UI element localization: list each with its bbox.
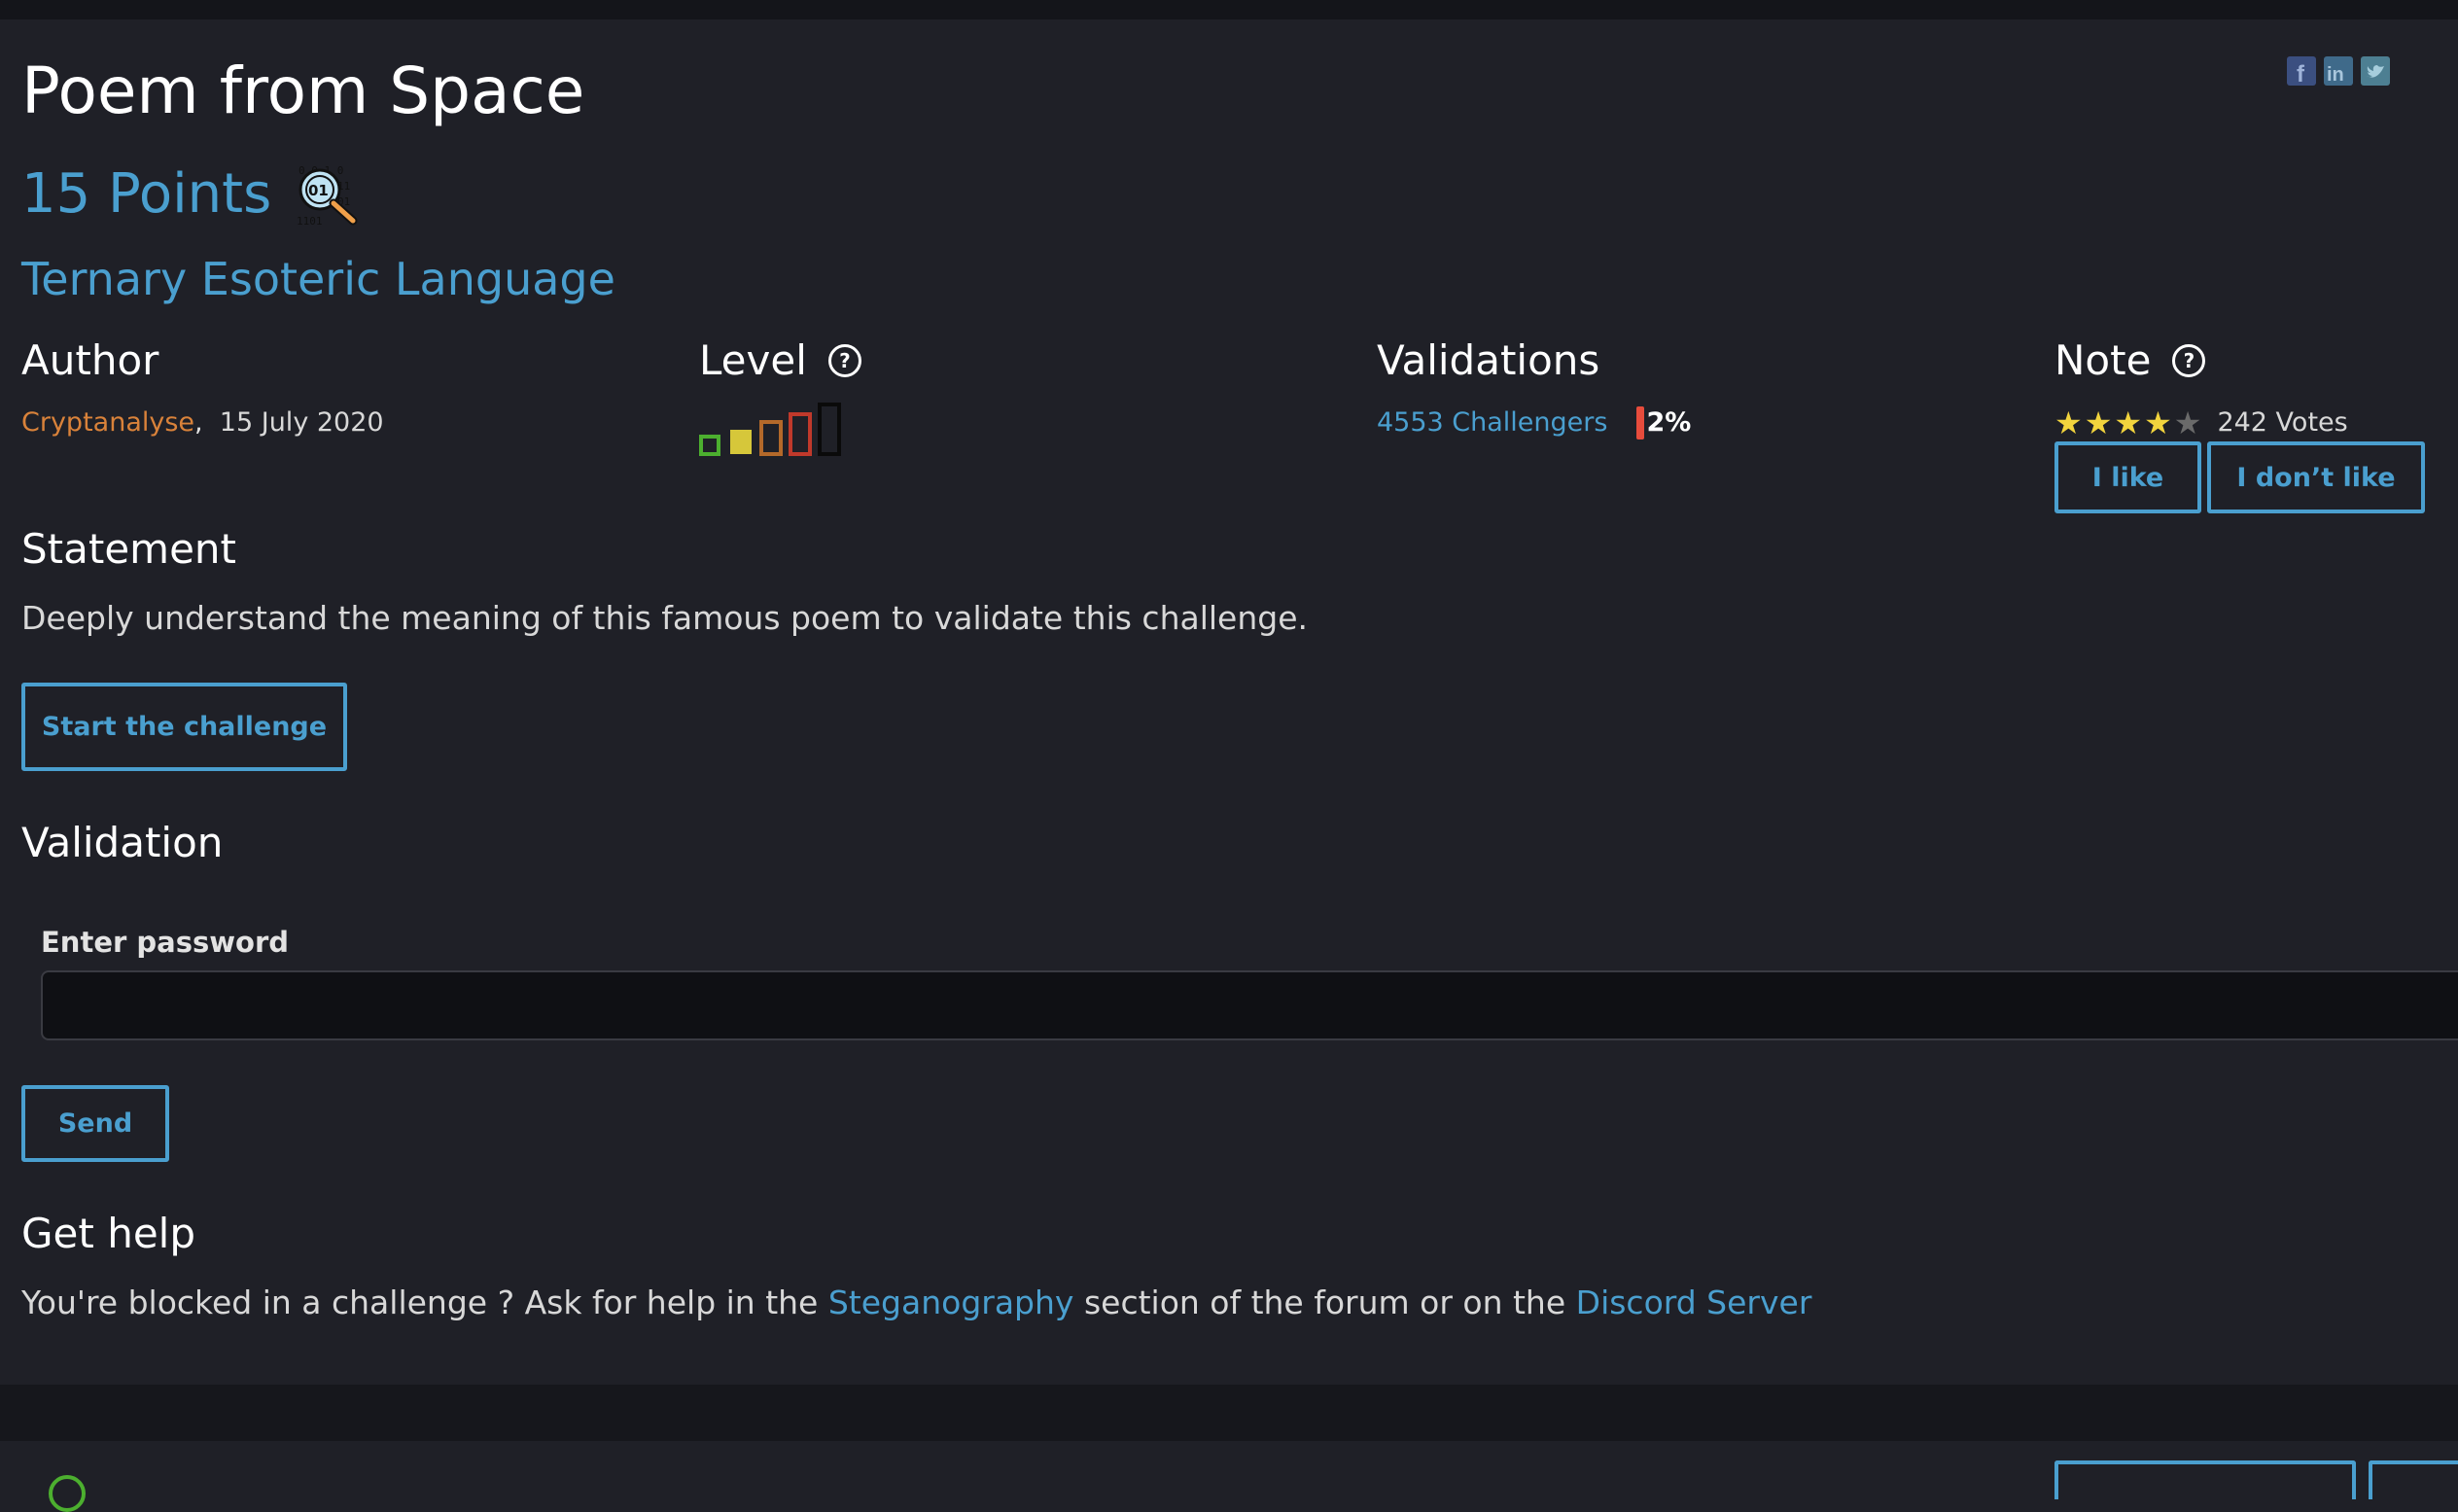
note-heading: Note ? xyxy=(2054,335,2206,386)
star-filled-icon: ★ xyxy=(2144,404,2172,441)
twitter-icon[interactable] xyxy=(2361,56,2390,86)
help-text-before: You're blocked in a challenge ? Ask for … xyxy=(21,1283,828,1321)
top-bar xyxy=(0,0,2458,19)
level-heading: Level ? xyxy=(699,335,861,386)
get-help-heading: Get help xyxy=(21,1210,195,1257)
help-text-middle: section of the forum or on the xyxy=(1073,1283,1576,1321)
password-input[interactable] xyxy=(41,970,2458,1040)
star-filled-icon: ★ xyxy=(2084,404,2113,441)
author-separator: , xyxy=(194,407,203,438)
points-row: 15 Points 0 0 1 0 11 01 1101 01 xyxy=(21,160,363,229)
star-filled-icon: ★ xyxy=(2114,404,2143,441)
footer-button-1[interactable] xyxy=(2054,1460,2356,1499)
validations-heading: Validations xyxy=(1377,335,1599,386)
author-heading: Author xyxy=(21,335,158,386)
note-help-icon[interactable]: ? xyxy=(2172,344,2206,377)
social-share: f in xyxy=(2287,56,2390,88)
statement-heading: Statement xyxy=(21,525,237,573)
validation-rate-percent: 2% xyxy=(1646,407,1692,438)
footer-separator xyxy=(0,1385,2458,1441)
footer-row xyxy=(0,1441,2458,1512)
points-value: 15 Points xyxy=(21,162,272,226)
rating-row: ★ ★ ★ ★ ★ 242 Votes xyxy=(2054,405,2348,440)
facebook-icon[interactable]: f xyxy=(2287,56,2316,88)
validations-heading-label: Validations xyxy=(1377,336,1600,384)
svg-text:1101: 1101 xyxy=(297,215,323,228)
star-empty-icon: ★ xyxy=(2173,404,2202,441)
footer-button-2[interactable] xyxy=(2369,1460,2458,1499)
author-info: Cryptanalyse, 15 July 2020 xyxy=(21,405,384,440)
note-heading-label: Note xyxy=(2054,336,2152,384)
votes-count: 242 Votes xyxy=(2217,407,2348,438)
level-bar-1 xyxy=(699,435,720,456)
help-text: You're blocked in a challenge ? Ask for … xyxy=(21,1282,1811,1324)
binary-magnifier-icon: 0 0 1 0 11 01 1101 01 xyxy=(295,160,363,229)
steganography-forum-link[interactable]: Steganography xyxy=(828,1283,1074,1321)
statement-text: Deeply understand the meaning of this fa… xyxy=(21,599,1308,637)
discord-server-link[interactable]: Discord Server xyxy=(1576,1283,1812,1321)
like-button[interactable]: I like xyxy=(2054,441,2201,513)
validations-info: 4553 Challengers 2% xyxy=(1377,405,1691,440)
send-button[interactable]: Send xyxy=(21,1085,169,1162)
challenge-category-link[interactable]: Ternary Esoteric Language xyxy=(21,250,615,308)
level-indicator xyxy=(699,403,845,461)
page-title: Poem from Space xyxy=(21,53,585,128)
star-filled-icon: ★ xyxy=(2054,404,2083,441)
svg-text:in: in xyxy=(2327,64,2344,86)
level-bar-5 xyxy=(818,403,841,456)
level-help-icon[interactable]: ? xyxy=(827,344,861,377)
start-challenge-button[interactable]: Start the challenge xyxy=(21,683,347,771)
svg-text:01: 01 xyxy=(308,182,329,199)
rating-stars: ★ ★ ★ ★ ★ xyxy=(2054,405,2201,440)
author-heading-label: Author xyxy=(21,336,159,384)
level-heading-label: Level xyxy=(699,336,807,384)
validation-heading: Validation xyxy=(21,819,224,866)
validation-rate-bar xyxy=(1636,406,1645,440)
linkedin-icon[interactable]: in xyxy=(2324,56,2353,86)
level-bar-4 xyxy=(789,412,812,456)
dislike-button[interactable]: I don’t like xyxy=(2207,441,2425,513)
publish-date: 15 July 2020 xyxy=(219,407,384,438)
password-label: Enter password xyxy=(41,926,290,959)
challengers-link[interactable]: 4553 Challengers xyxy=(1377,405,1607,440)
level-bar-3 xyxy=(759,420,783,456)
level-bars xyxy=(699,403,841,456)
author-link[interactable]: Cryptanalyse xyxy=(21,407,194,438)
svg-text:f: f xyxy=(2297,61,2305,86)
validation-rate: 2% xyxy=(1636,405,1691,440)
level-bar-2 xyxy=(730,430,752,454)
status-circle-icon xyxy=(49,1475,86,1512)
